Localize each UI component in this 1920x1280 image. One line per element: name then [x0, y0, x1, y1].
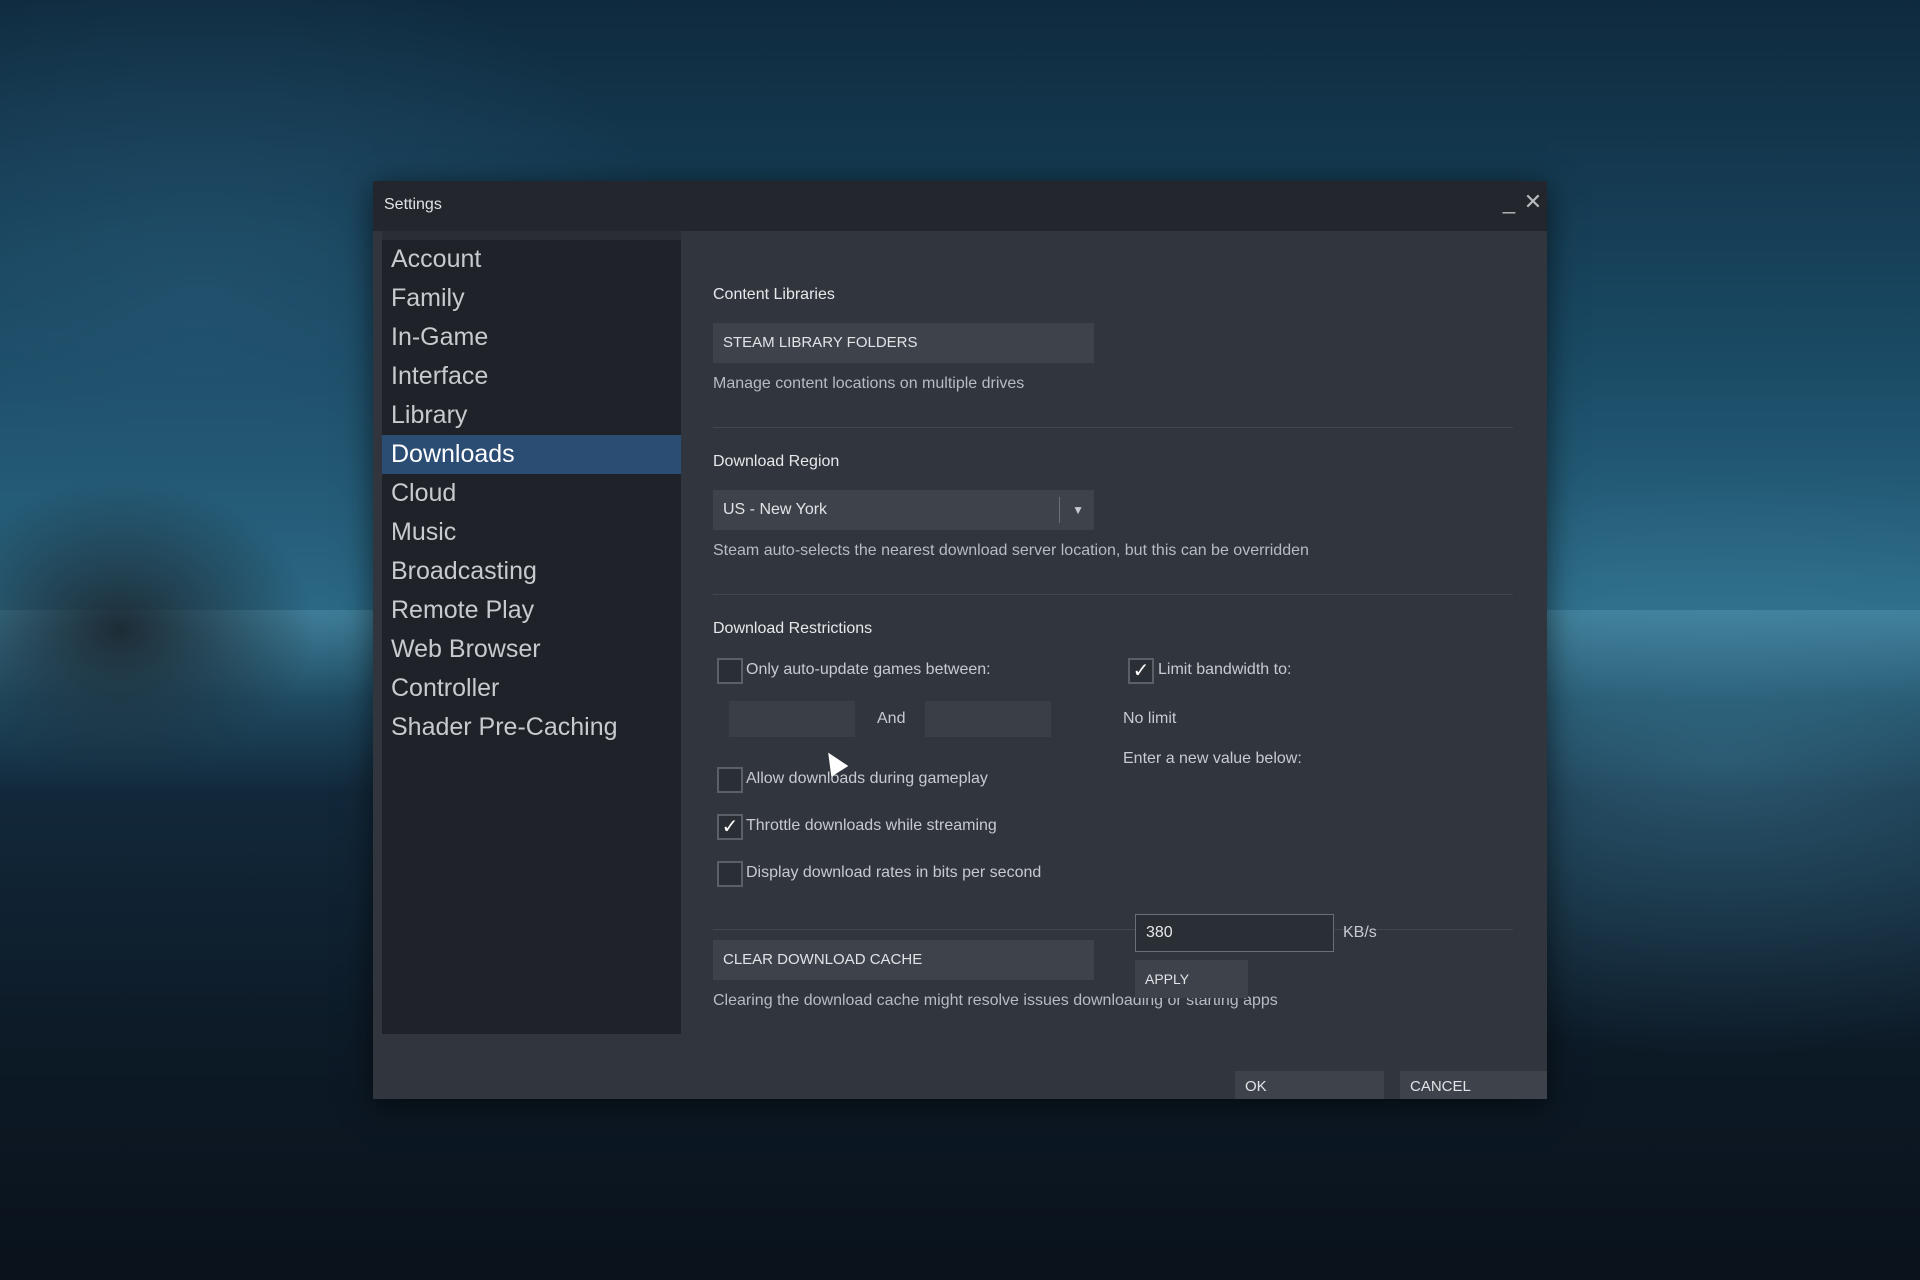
select-separator	[1059, 497, 1060, 523]
allow-gameplay-label: Allow downloads during gameplay	[746, 770, 988, 787]
sidebar-item-shader-pre-caching[interactable]: Shader Pre-Caching	[382, 708, 681, 747]
sidebar-item-web-browser[interactable]: Web Browser	[382, 630, 681, 669]
downloads-panel: Content Libraries STEAM LIBRARY FOLDERS …	[681, 231, 1547, 1034]
chevron-down-icon: ▼	[1072, 503, 1084, 517]
sidebar-item-family[interactable]: Family	[382, 279, 681, 318]
close-icon[interactable]: ✕	[1521, 189, 1545, 215]
sidebar-item-controller[interactable]: Controller	[382, 669, 681, 708]
download-region-title: Download Region	[713, 453, 840, 470]
content-libraries-description: Manage content locations on multiple dri…	[713, 375, 1025, 392]
sidebar-item-interface[interactable]: Interface	[382, 357, 681, 396]
sidebar-item-remote-play[interactable]: Remote Play	[382, 591, 681, 630]
ok-button[interactable]: OK	[1235, 1071, 1384, 1099]
download-restrictions-title: Download Restrictions	[713, 620, 873, 637]
bits-label: Display download rates in bits per secon…	[746, 864, 1042, 881]
download-region-description: Steam auto-selects the nearest download …	[713, 542, 1309, 559]
bandwidth-unit: KB/s	[1343, 924, 1377, 941]
download-region-select[interactable]: US - New York ▼	[713, 490, 1094, 530]
sidebar-item-downloads[interactable]: Downloads	[382, 435, 681, 474]
cancel-button[interactable]: CANCEL	[1400, 1071, 1547, 1099]
sidebar-item-account[interactable]: Account	[382, 240, 681, 279]
bandwidth-prompt: Enter a new value below:	[1123, 750, 1302, 767]
allow-gameplay-checkbox[interactable]	[717, 767, 743, 793]
settings-window: Settings _ ✕ Account Family In-Game Inte…	[373, 181, 1547, 1099]
and-label: And	[877, 710, 906, 727]
settings-sidebar: Account Family In-Game Interface Library…	[382, 231, 681, 1034]
auto-update-end-time[interactable]	[925, 701, 1051, 737]
bandwidth-current: No limit	[1123, 710, 1177, 727]
section-divider	[713, 929, 1513, 930]
throttle-checkbox[interactable]: ✓	[717, 814, 743, 840]
title-bar[interactable]: Settings _ ✕	[373, 181, 1547, 231]
bits-checkbox[interactable]	[717, 861, 743, 887]
section-divider	[713, 594, 1513, 595]
limit-bandwidth-checkbox[interactable]: ✓	[1128, 658, 1154, 684]
steam-library-folders-button[interactable]: STEAM LIBRARY FOLDERS	[713, 323, 1094, 363]
bandwidth-input[interactable]: 380	[1135, 914, 1334, 952]
background-rocks	[0, 330, 380, 830]
apply-button[interactable]: APPLY	[1135, 960, 1248, 998]
auto-update-checkbox[interactable]	[717, 658, 743, 684]
sidebar-item-cloud[interactable]: Cloud	[382, 474, 681, 513]
auto-update-start-time[interactable]	[729, 701, 855, 737]
section-divider	[713, 427, 1513, 428]
minimize-icon[interactable]: _	[1497, 189, 1521, 215]
content-libraries-title: Content Libraries	[713, 286, 835, 303]
limit-bandwidth-label: Limit bandwidth to:	[1158, 661, 1292, 678]
throttle-label: Throttle downloads while streaming	[746, 817, 997, 834]
sidebar-item-music[interactable]: Music	[382, 513, 681, 552]
window-title: Settings	[384, 196, 442, 213]
sidebar-item-in-game[interactable]: In-Game	[382, 318, 681, 357]
clear-download-cache-button[interactable]: CLEAR DOWNLOAD CACHE	[713, 940, 1094, 980]
auto-update-label: Only auto-update games between:	[746, 661, 991, 678]
sidebar-item-library[interactable]: Library	[382, 396, 681, 435]
sidebar-top-strip	[382, 231, 681, 240]
sidebar-item-broadcasting[interactable]: Broadcasting	[382, 552, 681, 591]
download-region-value: US - New York	[723, 501, 828, 518]
